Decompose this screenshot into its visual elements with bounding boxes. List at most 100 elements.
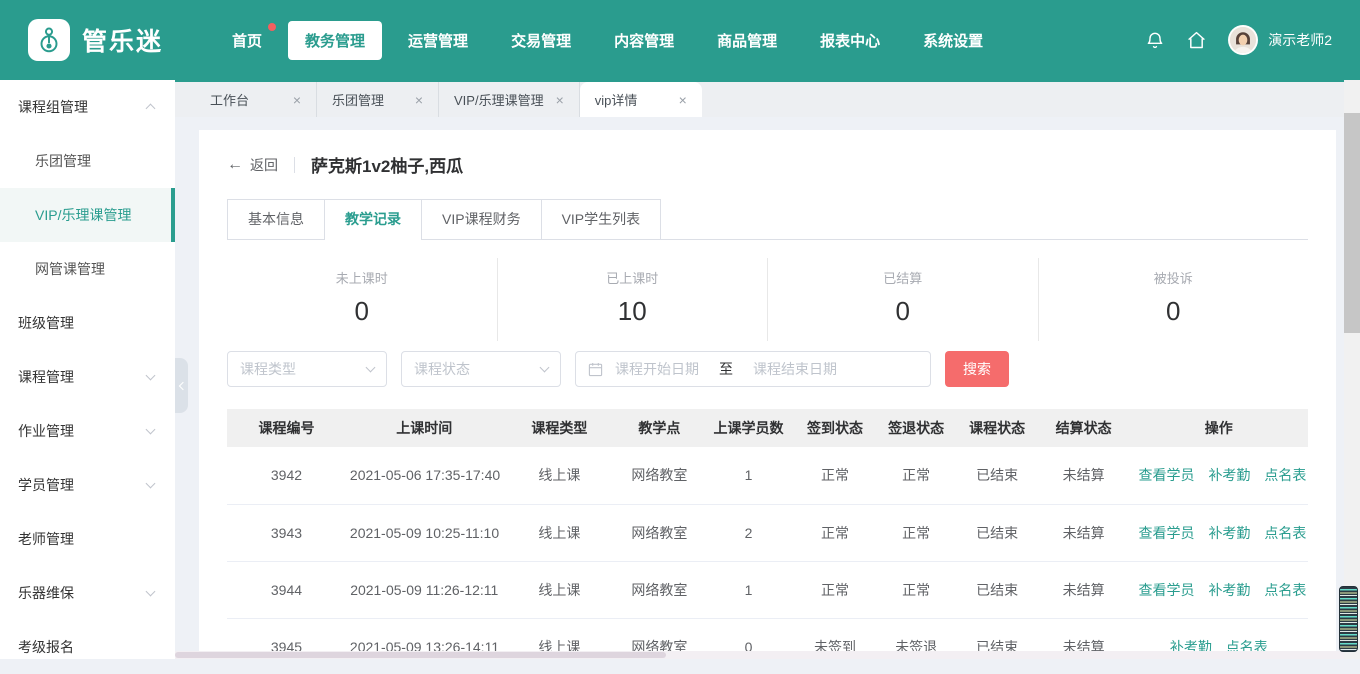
cell-operations: 查看学员 补考勤 点名表 [1130, 504, 1308, 561]
detail-tab-label: 基本信息 [248, 211, 304, 227]
sidebar-item-label: 乐团管理 [35, 151, 91, 171]
nav-menu-item[interactable]: 报表中心 [803, 21, 897, 60]
nav-menu-item[interactable]: 首页 [215, 21, 279, 60]
navbar-right: 演示老师2 [1145, 25, 1332, 55]
cell-checkin-status: 正常 [794, 447, 875, 504]
brand: 管乐迷 [28, 19, 163, 61]
makeup-attendance-link[interactable]: 补考勤 [1208, 467, 1250, 483]
sidebar-item-label: 乐器维保 [18, 583, 74, 603]
chevron-down-icon [366, 363, 376, 373]
course-type-select[interactable]: 课程类型 [227, 351, 387, 387]
sidebar-item-label: 学员管理 [18, 475, 74, 495]
app-logo[interactable] [28, 19, 70, 61]
sidebar-item[interactable]: 网管课管理 [0, 242, 175, 296]
sidebar-item[interactable]: 学员管理 [0, 458, 175, 512]
nav-menu-item[interactable]: 内容管理 [597, 21, 691, 60]
nav-menu-item[interactable]: 教务管理 [288, 21, 382, 60]
detail-tab[interactable]: 基本信息 [227, 199, 325, 239]
makeup-attendance-link[interactable]: 补考勤 [1208, 582, 1250, 598]
nav-menu-item-label: 商品管理 [717, 33, 777, 50]
makeup-attendance-link[interactable]: 补考勤 [1208, 525, 1250, 541]
roster-link[interactable]: 点名表 [1226, 639, 1268, 652]
sidebar-item[interactable]: 考级报名 [0, 620, 175, 674]
sidebar-item[interactable]: 作业管理 [0, 404, 175, 458]
corner-widget [1339, 586, 1358, 652]
back-label: 返回 [250, 155, 278, 175]
chevron-down-icon [540, 363, 550, 373]
view-students-link[interactable]: 查看学员 [1139, 582, 1195, 598]
open-tab[interactable]: 工作台 × [195, 82, 317, 117]
open-tabs-bar: 工作台 × 乐团管理 × VIP/乐理课管理 × vip详情 × [175, 80, 1360, 117]
cell-site: 网络教室 [616, 561, 702, 618]
nav-menu-item-label: 首页 [232, 33, 262, 50]
roster-link[interactable]: 点名表 [1264, 525, 1306, 541]
cell-student-count: 2 [703, 504, 795, 561]
table-header-row: 课程编号 上课时间 课程类型 教学点 上课学员数 签到状态 签退状态 [227, 409, 1308, 447]
course-status-select[interactable]: 课程状态 [401, 351, 561, 387]
sidebar-item[interactable]: 老师管理 [0, 512, 175, 566]
detail-tabs: 基本信息 教学记录 VIP课程财务 VIP学生列表 [227, 199, 1308, 240]
view-students-link[interactable]: 查看学员 [1139, 525, 1195, 541]
table-header-cell: 课程类型 [503, 409, 617, 447]
table-body: 3942 2021-05-06 17:35-17:40 线上课 网络教室 1 正… [227, 447, 1308, 651]
open-tab[interactable]: vip详情 × [580, 82, 702, 117]
nav-menu-item-label: 交易管理 [511, 33, 571, 50]
stat-value: 10 [498, 296, 768, 327]
date-end-placeholder: 课程结束日期 [753, 359, 837, 379]
sidebar-item-label: 课程管理 [18, 367, 74, 387]
cell-operations: 补考勤 点名表 [1130, 618, 1308, 651]
search-button[interactable]: 搜索 [945, 351, 1009, 387]
user-avatar[interactable] [1228, 25, 1258, 55]
cell-settle-status: 未结算 [1038, 447, 1130, 504]
sidebar-collapse-handle[interactable] [175, 358, 188, 413]
cell-course-type: 线上课 [503, 447, 617, 504]
close-icon[interactable]: × [556, 92, 564, 108]
detail-tab[interactable]: 教学记录 [324, 199, 422, 239]
sidebar-item[interactable]: VIP/乐理课管理 [0, 188, 175, 242]
cell-site: 网络教室 [616, 618, 702, 651]
open-tab-label: VIP/乐理课管理 [454, 90, 544, 109]
makeup-attendance-link[interactable]: 补考勤 [1170, 639, 1212, 652]
cell-checkin-status: 正常 [794, 561, 875, 618]
detail-tab[interactable]: VIP课程财务 [421, 199, 542, 239]
nav-menu-item[interactable]: 交易管理 [494, 21, 588, 60]
back-button[interactable]: ← 返回 [227, 155, 278, 175]
sidebar-item[interactable]: 乐团管理 [0, 134, 175, 188]
horizontal-scrollbar-thumb[interactable] [175, 652, 666, 658]
bell-icon[interactable] [1145, 29, 1165, 51]
close-icon[interactable]: × [679, 92, 687, 108]
date-range-input[interactable]: 课程开始日期 至 课程结束日期 [575, 351, 931, 387]
calendar-icon [588, 362, 603, 377]
view-students-link[interactable]: 查看学员 [1139, 467, 1195, 483]
date-start-placeholder: 课程开始日期 [615, 359, 699, 379]
cell-time: 2021-05-06 17:35-17:40 [346, 447, 503, 504]
detail-tab[interactable]: VIP学生列表 [541, 199, 662, 239]
sidebar-item-label: 作业管理 [18, 421, 74, 441]
sidebar-item[interactable]: 乐器维保 [0, 566, 175, 620]
cell-course-id: 3945 [227, 618, 346, 651]
stat-item: 未上课时 0 [227, 258, 498, 341]
close-icon[interactable]: × [415, 92, 423, 108]
roster-link[interactable]: 点名表 [1264, 467, 1306, 483]
sidebar-item-label: 网管课管理 [35, 259, 105, 279]
nav-menu-item[interactable]: 运营管理 [391, 21, 485, 60]
sidebar-item[interactable]: 班级管理 [0, 296, 175, 350]
sidebar-item-label: 班级管理 [18, 313, 74, 333]
open-tab-label: 工作台 [210, 90, 249, 109]
nav-menu-item[interactable]: 系统设置 [906, 21, 1000, 60]
cell-course-type: 线上课 [503, 504, 617, 561]
nav-menu-item[interactable]: 商品管理 [700, 21, 794, 60]
roster-link[interactable]: 点名表 [1264, 582, 1306, 598]
close-icon[interactable]: × [293, 92, 301, 108]
home-icon[interactable] [1186, 30, 1207, 51]
user-name[interactable]: 演示老师2 [1268, 30, 1332, 50]
vertical-scrollbar-thumb[interactable] [1344, 113, 1360, 333]
sidebar-item[interactable]: 课程管理 [0, 350, 175, 404]
brand-name: 管乐迷 [82, 22, 163, 58]
open-tab[interactable]: 乐团管理 × [317, 82, 439, 117]
sidebar-item[interactable]: 课程组管理 [0, 80, 175, 134]
open-tab[interactable]: VIP/乐理课管理 × [439, 82, 580, 117]
chevron-down-icon [146, 425, 156, 435]
detail-tab-label: 教学记录 [345, 211, 401, 227]
cell-student-count: 1 [703, 447, 795, 504]
